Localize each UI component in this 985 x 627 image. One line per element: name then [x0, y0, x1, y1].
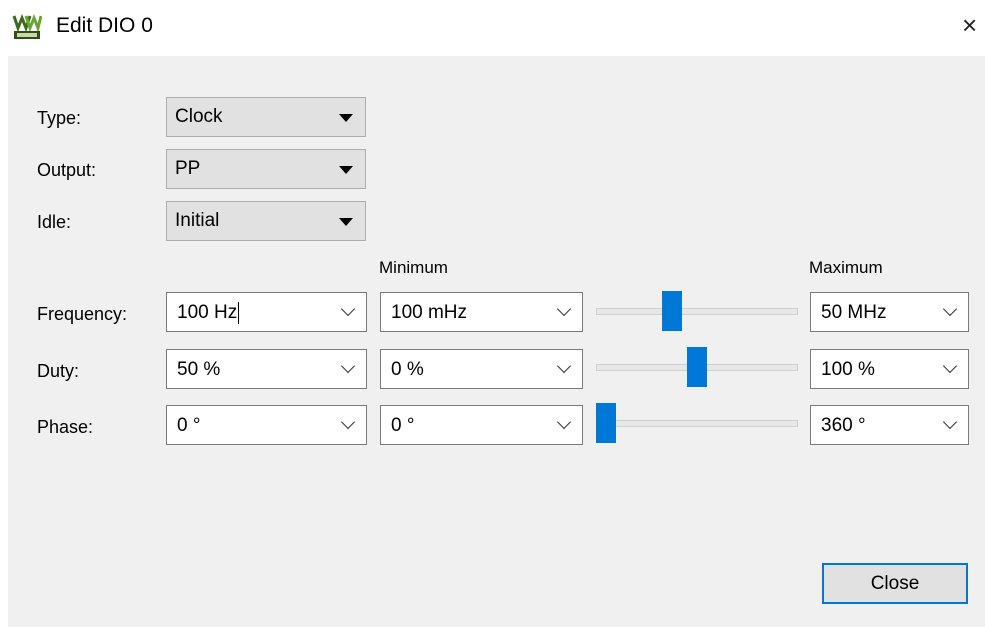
idle-value: Initial [175, 210, 220, 231]
chevron-down-icon[interactable] [556, 414, 572, 430]
phase-combo[interactable]: 0 ° [166, 405, 367, 445]
close-window-icon[interactable]: × [962, 12, 985, 38]
duty-label: Duty: [37, 361, 80, 381]
idle-label: Idle: [37, 212, 72, 232]
chevron-down-icon[interactable] [942, 301, 958, 317]
duty-combo[interactable]: 50 % [166, 349, 367, 389]
chevron-down-icon[interactable] [942, 358, 958, 374]
title-bar: Edit DIO 0 × [0, 0, 985, 52]
frequency-slider[interactable] [596, 291, 798, 331]
duty-slider-thumb[interactable] [687, 347, 707, 387]
waveforms-app-icon [12, 12, 42, 40]
dialog-body [8, 56, 985, 627]
phase-value: 0 ° [177, 415, 201, 436]
text-caret [238, 302, 240, 324]
chevron-down-icon[interactable] [556, 358, 572, 374]
type-label: Type: [37, 108, 82, 128]
phase-slider-thumb[interactable] [596, 403, 616, 443]
chevron-down-icon[interactable] [556, 301, 572, 317]
phase-label: Phase: [37, 417, 94, 437]
frequency-maximum-combo[interactable]: 50 MHz [810, 292, 969, 332]
duty-maximum-combo[interactable]: 100 % [810, 349, 969, 389]
minimum-header: Minimum [379, 258, 448, 277]
output-label: Output: [37, 160, 97, 180]
output-dropdown[interactable]: PP [166, 149, 366, 189]
phase-minimum-combo[interactable]: 0 ° [380, 405, 583, 445]
window-title: Edit DIO 0 [56, 14, 153, 37]
frequency-combo[interactable]: 100 Hz [166, 292, 367, 332]
dropdown-arrow-icon [339, 114, 353, 122]
slider-track [596, 420, 798, 427]
dropdown-arrow-icon [339, 166, 353, 174]
maximum-header: Maximum [809, 258, 883, 277]
chevron-down-icon[interactable] [340, 358, 356, 374]
phase-maximum-value: 360 ° [821, 415, 866, 436]
phase-minimum-value: 0 ° [391, 415, 415, 436]
dropdown-arrow-icon [339, 218, 353, 226]
phase-maximum-combo[interactable]: 360 ° [810, 405, 969, 445]
frequency-label: Frequency: [37, 304, 128, 324]
chevron-down-icon[interactable] [340, 414, 356, 430]
type-value: Clock [175, 106, 223, 127]
output-value: PP [175, 158, 201, 179]
frequency-minimum-combo[interactable]: 100 mHz [380, 292, 583, 332]
frequency-value: 100 Hz [177, 302, 238, 323]
duty-minimum-value: 0 % [391, 359, 424, 380]
frequency-minimum-value: 100 mHz [391, 302, 468, 323]
phase-slider[interactable] [596, 403, 798, 443]
frequency-maximum-value: 50 MHz [821, 302, 887, 323]
idle-dropdown[interactable]: Initial [166, 201, 366, 241]
chevron-down-icon[interactable] [340, 301, 356, 317]
close-button[interactable]: Close [822, 563, 968, 604]
frequency-slider-thumb[interactable] [661, 291, 682, 331]
chevron-down-icon[interactable] [942, 414, 958, 430]
slider-track [596, 308, 798, 315]
duty-maximum-value: 100 % [821, 359, 875, 380]
duty-minimum-combo[interactable]: 0 % [380, 349, 583, 389]
duty-value: 50 % [177, 359, 221, 380]
type-dropdown[interactable]: Clock [166, 97, 366, 137]
duty-slider[interactable] [596, 347, 798, 387]
